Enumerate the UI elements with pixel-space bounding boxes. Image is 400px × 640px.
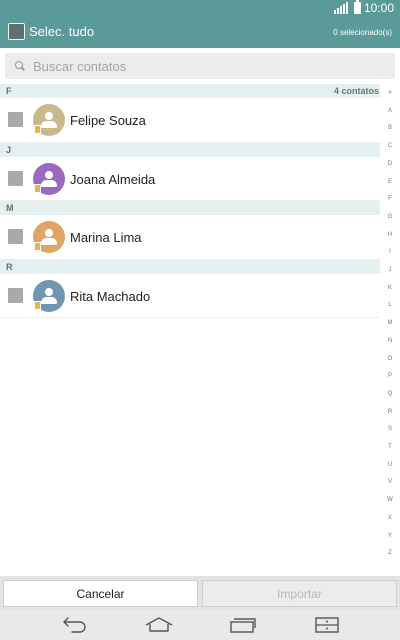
index-letter[interactable]: E (380, 179, 400, 185)
contact-name: Joana Almeida (70, 171, 156, 187)
navigation-bar (0, 610, 400, 640)
search-input[interactable] (33, 58, 353, 74)
contact-row[interactable]: Marina Lima (0, 215, 380, 260)
person-body (41, 238, 57, 245)
section-letter: R (6, 261, 13, 272)
contact-checkbox[interactable] (8, 170, 23, 186)
index-letter[interactable]: A (380, 108, 400, 114)
home-icon[interactable] (144, 616, 174, 634)
recent-apps-icon[interactable] (229, 616, 257, 634)
contact-checkbox[interactable] (8, 229, 23, 244)
battery-icon (353, 0, 361, 14)
signal-icon (333, 2, 348, 14)
contact-row[interactable]: Joana Almeida (0, 156, 380, 201)
person-body (41, 296, 57, 304)
section-header: R (0, 259, 380, 274)
index-letter[interactable]: Q (380, 391, 400, 397)
select-all-label[interactable]: Selec. tudo (29, 24, 94, 39)
action-bar: Selec. tudo 0 selecionado(s) (0, 18, 400, 48)
index-letter[interactable]: K (380, 285, 400, 291)
search-box[interactable] (5, 53, 395, 79)
contacts-count: 4 contatos (333, 86, 379, 96)
sim-card-icon (34, 125, 41, 134)
search-area (0, 48, 400, 84)
person-body (41, 121, 57, 128)
index-letter[interactable]: W (380, 497, 400, 503)
contact-row[interactable]: Felipe Souza (0, 98, 380, 143)
person-icon (45, 112, 53, 120)
index-letter[interactable]: F (380, 196, 400, 202)
index-letter[interactable]: T (380, 444, 400, 450)
index-letter[interactable]: M (380, 320, 400, 326)
section-header: M (0, 201, 380, 215)
index-letter[interactable]: J (380, 267, 400, 273)
index-letter[interactable]: L (380, 302, 400, 308)
contact-row[interactable]: Rita Machado (0, 273, 380, 318)
contact-name: Marina Lima (70, 230, 142, 245)
select-all-box[interactable] (8, 23, 25, 40)
index-letter[interactable]: V (380, 479, 400, 485)
select-all-checkbox[interactable]: Selec. tudo (8, 23, 94, 40)
index-letter[interactable]: D (380, 161, 400, 167)
status-right: 10:00 (333, 0, 394, 15)
avatar (33, 104, 65, 136)
section-letter: M (6, 203, 14, 213)
index-letter[interactable]: X (380, 515, 400, 521)
section-header: F 4 contatos (0, 84, 380, 98)
import-button[interactable]: Importar (202, 580, 397, 607)
menu-icon[interactable] (314, 616, 340, 634)
index-letter[interactable]: Z (380, 550, 400, 556)
section-letter: F (6, 86, 12, 96)
status-bar: 10:00 (0, 0, 400, 18)
bottom-button-bar: Cancelar Importar (0, 576, 400, 610)
selected-count: 0 selecionado(s) (333, 28, 392, 37)
avatar (33, 162, 65, 195)
person-body (41, 179, 57, 187)
alphabet-index[interactable]: # A B C D E F G H I J K L M N O P Q R S T U V W X Y Z (380, 84, 400, 576)
search-icon (15, 61, 25, 71)
person-icon (45, 287, 53, 296)
back-icon[interactable] (60, 616, 88, 634)
index-letter[interactable]: G (380, 214, 400, 220)
sim-card-icon (34, 300, 41, 310)
status-time: 10:00 (363, 1, 394, 15)
index-letter[interactable]: R (380, 409, 400, 415)
index-letter[interactable]: O (380, 356, 400, 362)
person-icon (45, 170, 53, 179)
person-icon (45, 229, 53, 237)
contact-checkbox[interactable] (8, 112, 23, 127)
index-letter[interactable]: Y (380, 533, 400, 539)
index-letter[interactable]: C (380, 143, 400, 149)
sim-card-icon (34, 242, 41, 251)
avatar (33, 279, 65, 312)
section-header: J (0, 142, 380, 157)
index-letter[interactable]: H (380, 232, 400, 238)
index-letter[interactable]: B (380, 125, 400, 131)
index-letter[interactable]: I (380, 249, 400, 255)
contact-list: F 4 contatos Felipe Souza J Joana Almeida M Ma… (0, 84, 380, 318)
index-letter[interactable]: N (380, 338, 400, 344)
cancel-button[interactable]: Cancelar (3, 580, 198, 607)
contact-checkbox[interactable] (8, 287, 23, 303)
index-letter[interactable]: S (380, 426, 400, 432)
contact-name: Rita Machado (70, 288, 151, 304)
sim-card-icon (34, 183, 41, 193)
contact-name: Felipe Souza (70, 113, 146, 128)
index-letter[interactable]: # (380, 90, 400, 96)
index-letter[interactable]: P (380, 373, 400, 379)
section-letter: J (6, 144, 12, 155)
index-letter[interactable]: U (380, 462, 400, 468)
avatar (33, 221, 65, 253)
